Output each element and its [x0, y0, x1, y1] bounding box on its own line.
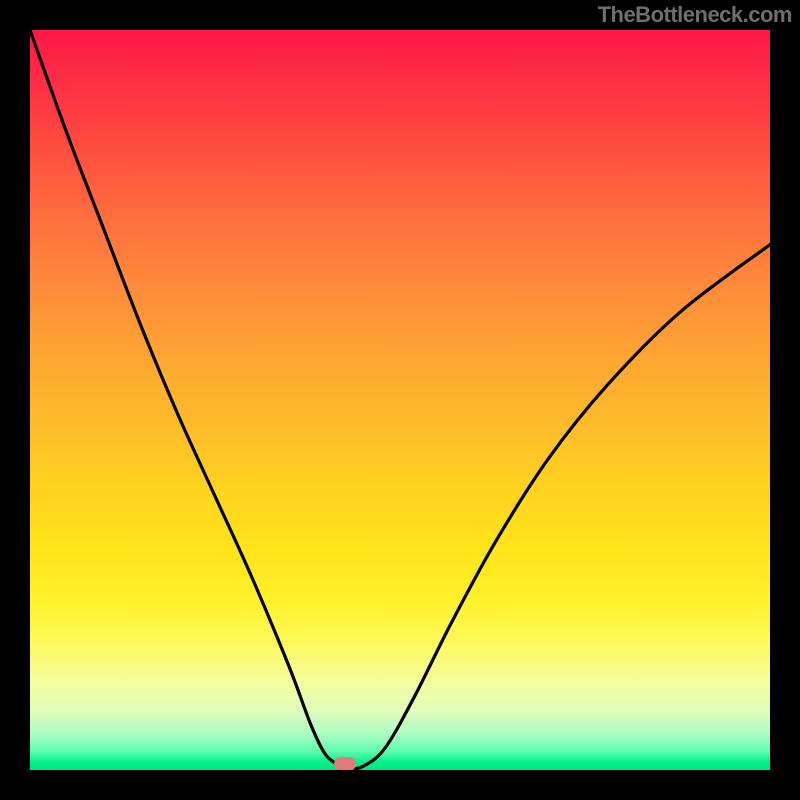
optimal-marker	[334, 757, 356, 770]
bottleneck-curve	[30, 30, 770, 770]
watermark-text: TheBottleneck.com	[598, 2, 792, 28]
chart-frame: TheBottleneck.com	[0, 0, 800, 800]
plot-area	[30, 30, 770, 770]
